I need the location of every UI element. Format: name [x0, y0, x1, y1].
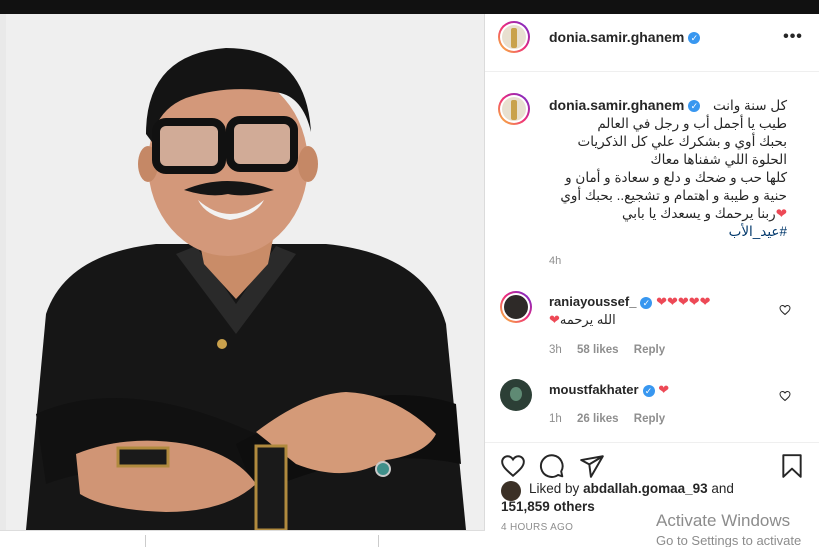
divider [145, 535, 146, 547]
portrait-illustration [6, 14, 484, 530]
commenter-avatar[interactable] [500, 291, 532, 323]
comment-text: الله يرحمه [559, 312, 616, 327]
comment-like-heart-icon[interactable] [779, 304, 791, 316]
more-options-icon[interactable]: ••• [783, 28, 803, 48]
comment-time: 3h [549, 344, 562, 356]
liked-by-and: and [711, 481, 734, 496]
caption-line: كل سنة وانت [712, 98, 787, 113]
liked-by-prefix: Liked by [529, 481, 580, 496]
caption-text: كل سنة وانت طيب يا أجمل أب و رجل في العا… [545, 97, 787, 241]
heart-outline-icon[interactable] [500, 453, 526, 479]
commenter-username[interactable]: raniayoussef_ [549, 294, 636, 309]
author-avatar[interactable] [498, 21, 530, 53]
caption-line: كلها حب و ضحك و دلع و سعادة و أمان و [565, 170, 787, 185]
comment-likes[interactable]: 58 likes [577, 344, 619, 356]
comment-reply-button[interactable]: Reply [634, 413, 665, 425]
window-top-strip [0, 0, 819, 14]
comment-reply-button[interactable]: Reply [634, 344, 665, 356]
caption-avatar[interactable] [498, 93, 530, 125]
caption-line: ❤ربنا يرحمك و يسعدك يا بابي [545, 205, 787, 223]
comment-meta: 3h 58 likes Reply [549, 344, 677, 356]
caption-line: طيب يا أجمل أب و رجل في العالم [597, 116, 787, 131]
post-header: donia.samir.ghanem ✓ ••• [485, 14, 819, 72]
post-side-panel: donia.samir.ghanem ✓ ••• donia.samir.ghan… [485, 14, 819, 547]
caption-line: بحبك أوي و بشكرك علي كل الذكريات [577, 134, 787, 149]
caption-heart-icon: ❤ [775, 206, 787, 221]
comment-time: 1h [549, 413, 562, 425]
action-bar [485, 442, 819, 482]
verified-badge-icon: ✓ [642, 384, 655, 397]
caption-hashtag[interactable]: #عيد_الأب [729, 223, 787, 241]
verified-badge-icon: ✓ [640, 296, 653, 309]
commenter-avatar[interactable] [500, 379, 532, 411]
comment-text-row: ❤الله يرحمه [549, 312, 616, 328]
comment-hearts: ❤❤❤❤❤ [656, 294, 711, 309]
share-icon[interactable] [579, 453, 605, 479]
liker-username[interactable]: abdallah.gomaa_93 [583, 481, 708, 496]
author-username[interactable]: donia.samir.ghanem ✓ [549, 29, 701, 45]
comment-like-heart-icon[interactable] [779, 390, 791, 402]
comment-meta: 1h 26 likes Reply [549, 413, 677, 425]
caption-line-text: ربنا يرحمك و يسعدك يا بابي [621, 206, 776, 221]
comment-icon[interactable] [539, 453, 565, 479]
likes-count[interactable]: 151,859 others [501, 499, 595, 514]
liker-avatar[interactable] [501, 481, 521, 501]
bottom-scroll-strip [0, 530, 485, 547]
comment-body: moustfakhater ✓ ❤ [549, 382, 789, 398]
activate-windows-subtitle: Go to Settings to activate [656, 533, 802, 547]
activate-windows-title: Activate Windows [656, 511, 791, 530]
divider [378, 535, 379, 547]
comment-body: raniayoussef_ ✓ ❤❤❤❤❤ [549, 294, 789, 310]
caption-line: حنية و طيبة و اهتمام و تشجيع.. بحبك أوي [560, 188, 787, 203]
comment-hearts: ❤ [658, 382, 670, 397]
caption-line: الحلوة اللي شفناها معاك [650, 152, 787, 167]
comment-text-heart: ❤ [549, 312, 560, 327]
post-photo[interactable] [6, 14, 485, 530]
posted-time: 4 HOURS AGO [501, 522, 574, 533]
comment-likes[interactable]: 26 likes [577, 413, 619, 425]
bookmark-icon[interactable] [779, 453, 805, 479]
verified-badge-icon: ✓ [688, 32, 701, 45]
caption-time: 4h [549, 255, 562, 267]
commenter-username[interactable]: moustfakhater [549, 382, 639, 397]
